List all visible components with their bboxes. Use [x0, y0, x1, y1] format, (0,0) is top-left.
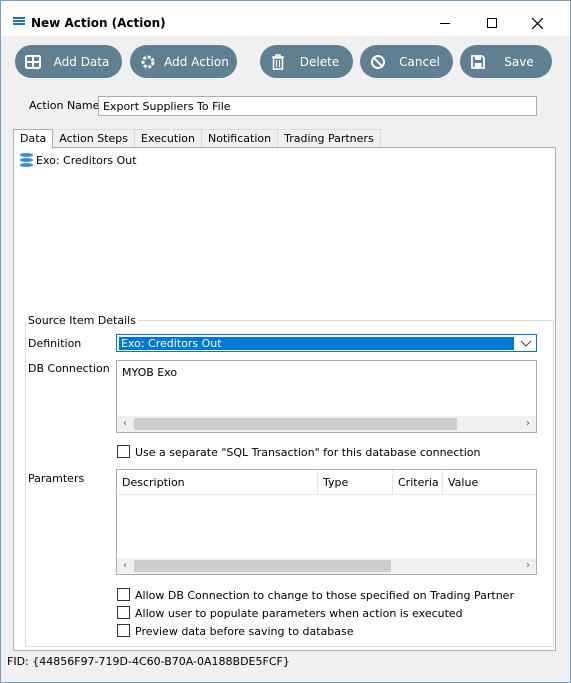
delete-label: Delete — [299, 54, 340, 69]
scroll-right-icon[interactable]: › — [522, 418, 534, 430]
floppy-disk-icon — [470, 54, 486, 70]
tab-notification[interactable]: Notification — [200, 129, 279, 148]
trash-icon — [270, 53, 286, 70]
scroll-left-icon[interactable]: ‹ — [119, 418, 131, 430]
minimize-button[interactable] — [431, 11, 459, 35]
gear-icon — [140, 54, 156, 70]
tab-execution[interactable]: Execution — [134, 129, 202, 148]
parameters-label: Paramters — [28, 472, 85, 485]
database-icon — [20, 153, 33, 167]
save-label: Save — [504, 54, 534, 69]
tree-item-label: Exo: Creditors Out — [36, 153, 137, 167]
column-header-value[interactable]: Value — [443, 470, 536, 494]
sql-transaction-label: Use a separate "SQL Transaction" for thi… — [135, 446, 481, 459]
column-header-description[interactable]: Description — [117, 470, 318, 494]
action-name-label: Action Name — [29, 99, 100, 112]
column-header-type[interactable]: Type — [318, 470, 393, 494]
sql-transaction-checkbox[interactable] — [117, 445, 130, 458]
allow-db-connection-change-label: Allow DB Connection to change to those s… — [135, 589, 514, 602]
db-connection-item[interactable]: MYOB Exo — [122, 366, 177, 379]
definition-select[interactable]: Exo: Creditors Out — [116, 334, 537, 352]
scroll-left-icon[interactable]: ‹ — [119, 560, 131, 572]
source-item-details-legend: Source Item Details — [26, 314, 138, 327]
tab-action-steps[interactable]: Action Steps — [52, 129, 135, 148]
allow-db-connection-change-checkbox[interactable] — [117, 588, 130, 601]
scroll-right-icon[interactable]: › — [522, 560, 534, 572]
scrollbar-thumb[interactable] — [134, 418, 457, 430]
tab-data[interactable]: Data — [13, 129, 54, 149]
preview-data-checkbox[interactable] — [117, 624, 130, 637]
parameters-grid[interactable]: Description Type Criteria Value ‹ › — [116, 469, 537, 575]
definition-selected-value: Exo: Creditors Out — [119, 337, 514, 350]
add-data-label: Add Data — [53, 54, 110, 69]
add-action-button[interactable]: Add Action — [130, 45, 237, 78]
db-connection-scrollbar[interactable]: ‹ › — [117, 416, 536, 432]
minimize-icon — [440, 22, 450, 24]
preview-data-label: Preview data before saving to database — [135, 625, 354, 638]
maximize-button[interactable] — [478, 11, 506, 35]
maximize-icon — [487, 18, 497, 28]
fid-status: FID: {44856F97-719D-4C60-B70A-0A188BDE5F… — [7, 655, 290, 668]
tab-strip: Data Action Steps Execution Notification… — [13, 129, 381, 149]
title-bar: New Action (Action) — [1, 1, 570, 36]
menu-lines-icon — [13, 17, 25, 26]
new-action-window: New Action (Action) Add Data Add Action … — [0, 0, 571, 683]
db-connection-list[interactable]: MYOB Exo ‹ › — [116, 360, 537, 433]
chevron-down-icon — [520, 340, 532, 347]
action-name-input[interactable]: Export Suppliers To File — [98, 96, 537, 116]
close-icon — [531, 17, 543, 29]
add-data-button[interactable]: Add Data — [15, 45, 122, 78]
tab-trading-partners[interactable]: Trading Partners — [277, 129, 381, 148]
parameters-scrollbar[interactable]: ‹ › — [117, 558, 536, 574]
ban-icon — [370, 54, 386, 70]
definition-label: Definition — [28, 337, 82, 350]
scrollbar-thumb[interactable] — [134, 560, 391, 572]
allow-populate-parameters-checkbox[interactable] — [117, 606, 130, 619]
cancel-label: Cancel — [399, 54, 440, 69]
add-action-label: Add Action — [164, 54, 229, 69]
allow-populate-parameters-label: Allow user to populate parameters when a… — [135, 607, 463, 620]
window-title: New Action (Action) — [31, 16, 166, 30]
delete-button[interactable]: Delete — [260, 45, 353, 78]
close-button[interactable] — [523, 11, 551, 35]
db-connection-label: DB Connection — [28, 362, 110, 375]
cancel-button[interactable]: Cancel — [360, 45, 453, 78]
column-header-criteria[interactable]: Criteria — [393, 470, 443, 494]
save-button[interactable]: Save — [460, 45, 552, 78]
table-icon — [25, 54, 41, 70]
header-divider — [117, 494, 536, 495]
tree-item[interactable]: Exo: Creditors Out — [20, 153, 137, 167]
